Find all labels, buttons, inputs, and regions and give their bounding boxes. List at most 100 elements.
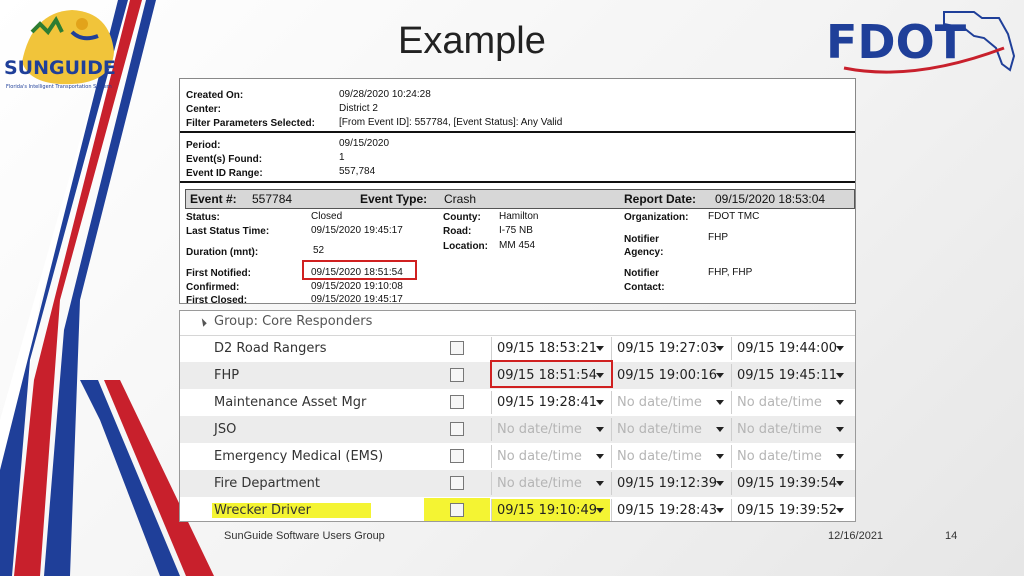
group-header[interactable]: Group: Core Responders [180,311,855,336]
datetime-dropdown[interactable]: 09/15 19:28:41 [491,391,610,414]
dropdown-arrow-icon[interactable] [716,373,724,378]
datetime-dropdown[interactable]: 09/15 19:45:11 [731,364,850,387]
location-value: MM 454 [499,240,536,251]
datetime-dropdown[interactable]: No date/time [731,445,850,468]
event-number-value: 557784 [252,192,293,206]
responder-checkbox[interactable] [450,341,464,355]
divider [180,181,855,183]
datetime-dropdown[interactable]: No date/time [491,418,610,441]
footer-text: SunGuide Software Users Group [224,530,385,542]
responder-name: JSO [214,422,237,437]
datetime-dropdown[interactable]: 09/15 18:53:21 [491,337,610,360]
datetime-dropdown[interactable]: No date/time [611,418,730,441]
created-on-label: Created On: [186,90,244,101]
datetime-dropdown[interactable]: No date/time [611,391,730,414]
datetime-dropdown[interactable]: No date/time [731,418,850,441]
filter-value: [From Event ID]: 557784, [Event Status]:… [339,117,563,128]
dropdown-arrow-icon[interactable] [596,400,604,405]
responder-checkbox[interactable] [450,422,464,436]
table-row[interactable]: Wrecker Driver 09/15 19:10:49 09/15 19:28:… [180,497,855,521]
status-label: Status: [186,212,220,223]
responder-name: Wrecker Driver [212,503,372,518]
duration-value: 52 [313,245,325,256]
divider [180,131,855,133]
table-row[interactable]: Fire Department No date/time 09/15 19:12:3… [180,470,855,497]
notifier-agency-label: Notifier [624,234,659,245]
responders-grid: Group: Core Responders D2 Road Rangers 09… [179,310,856,522]
dropdown-arrow-icon[interactable] [596,481,604,486]
first-closed-label: First Closed: [186,295,248,304]
datetime-dropdown[interactable]: No date/time [611,445,730,468]
datetime-value: No date/time [737,395,822,410]
datetime-dropdown[interactable]: 09/15 19:00:16 [611,364,730,387]
first-notified-label: First Notified: [186,268,251,279]
dropdown-arrow-icon[interactable] [596,346,604,351]
created-on-value: 09/28/2020 10:24:28 [339,89,431,100]
dropdown-arrow-icon[interactable] [716,400,724,405]
dropdown-arrow-icon[interactable] [596,454,604,459]
dropdown-arrow-icon[interactable] [836,427,844,432]
collapse-triangle-icon[interactable] [198,318,207,327]
svg-text:SUNGUIDE: SUNGUIDE [4,57,116,79]
notifier-agency-label-2: Agency: [624,247,664,258]
dropdown-arrow-icon[interactable] [836,373,844,378]
notifier-contact-label: Notifier [624,268,659,279]
datetime-dropdown[interactable]: No date/time [491,472,610,495]
table-row[interactable]: D2 Road Rangers 09/15 18:53:21 09/15 19:27… [180,335,855,362]
responder-checkbox[interactable] [450,395,464,409]
datetime-value: 09/15 19:39:54 [737,476,837,491]
datetime-value: 09/15 19:45:11 [737,368,837,383]
event-type-value: Crash [444,192,477,206]
datetime-dropdown[interactable]: No date/time [731,391,850,414]
datetime-dropdown[interactable]: 09/15 19:44:00 [731,337,850,360]
datetime-dropdown[interactable]: No date/time [491,445,610,468]
organization-value: FDOT TMC [708,211,760,222]
datetime-dropdown[interactable]: 09/15 19:12:39 [611,472,730,495]
dropdown-arrow-icon[interactable] [836,454,844,459]
datetime-value: No date/time [497,476,582,491]
datetime-value: 09/15 19:28:43 [617,503,717,518]
dropdown-arrow-icon[interactable] [716,454,724,459]
notifier-agency-value: FHP [708,232,728,243]
event-number-label: Event #: [190,192,237,206]
dropdown-arrow-icon[interactable] [836,508,844,513]
responder-checkbox[interactable] [450,449,464,463]
datetime-dropdown[interactable]: 09/15 19:28:43 [611,499,730,521]
duration-label: Duration (mnt): [186,247,259,258]
filter-label: Filter Parameters Selected: [186,118,315,129]
dropdown-arrow-icon[interactable] [836,346,844,351]
county-value: Hamilton [499,211,539,222]
event-id-range-value: 557,784 [339,166,376,177]
table-row[interactable]: JSO No date/time No date/time No date/time [180,416,855,443]
datetime-dropdown[interactable]: 09/15 19:39:54 [731,472,850,495]
responder-checkbox[interactable] [450,368,464,382]
dropdown-arrow-icon[interactable] [596,427,604,432]
dropdown-arrow-icon[interactable] [716,508,724,513]
table-row[interactable]: Maintenance Asset Mgr 09/15 19:28:41 No da… [180,389,855,416]
responder-checkbox[interactable] [450,503,464,517]
responder-checkbox[interactable] [450,476,464,490]
dropdown-arrow-icon[interactable] [596,508,604,513]
responder-name: Emergency Medical (EMS) [214,449,384,464]
responder-name: Fire Department [214,476,320,491]
datetime-dropdown[interactable]: 09/15 19:39:52 [731,499,850,521]
events-found-value: 1 [339,152,345,163]
confirmed-label: Confirmed: [186,282,240,293]
datetime-value: 09/15 19:10:49 [497,503,597,518]
fhp-highlight [490,360,613,388]
table-row[interactable]: Emergency Medical (EMS) No date/time No da… [180,443,855,470]
datetime-value: 09/15 19:39:52 [737,503,837,518]
dropdown-arrow-icon[interactable] [836,400,844,405]
dropdown-arrow-icon[interactable] [716,481,724,486]
datetime-value: 09/15 19:44:00 [737,341,837,356]
datetime-dropdown[interactable]: 09/15 19:27:03 [611,337,730,360]
datetime-dropdown[interactable]: 09/15 19:10:49 [491,499,610,521]
road-value: I-75 NB [499,225,533,236]
dropdown-arrow-icon[interactable] [836,481,844,486]
datetime-value: No date/time [617,449,702,464]
status-value: Closed [311,211,343,222]
responder-name: FHP [214,368,240,383]
dropdown-arrow-icon[interactable] [716,346,724,351]
dropdown-arrow-icon[interactable] [716,427,724,432]
datetime-value: 09/15 19:27:03 [617,341,717,356]
